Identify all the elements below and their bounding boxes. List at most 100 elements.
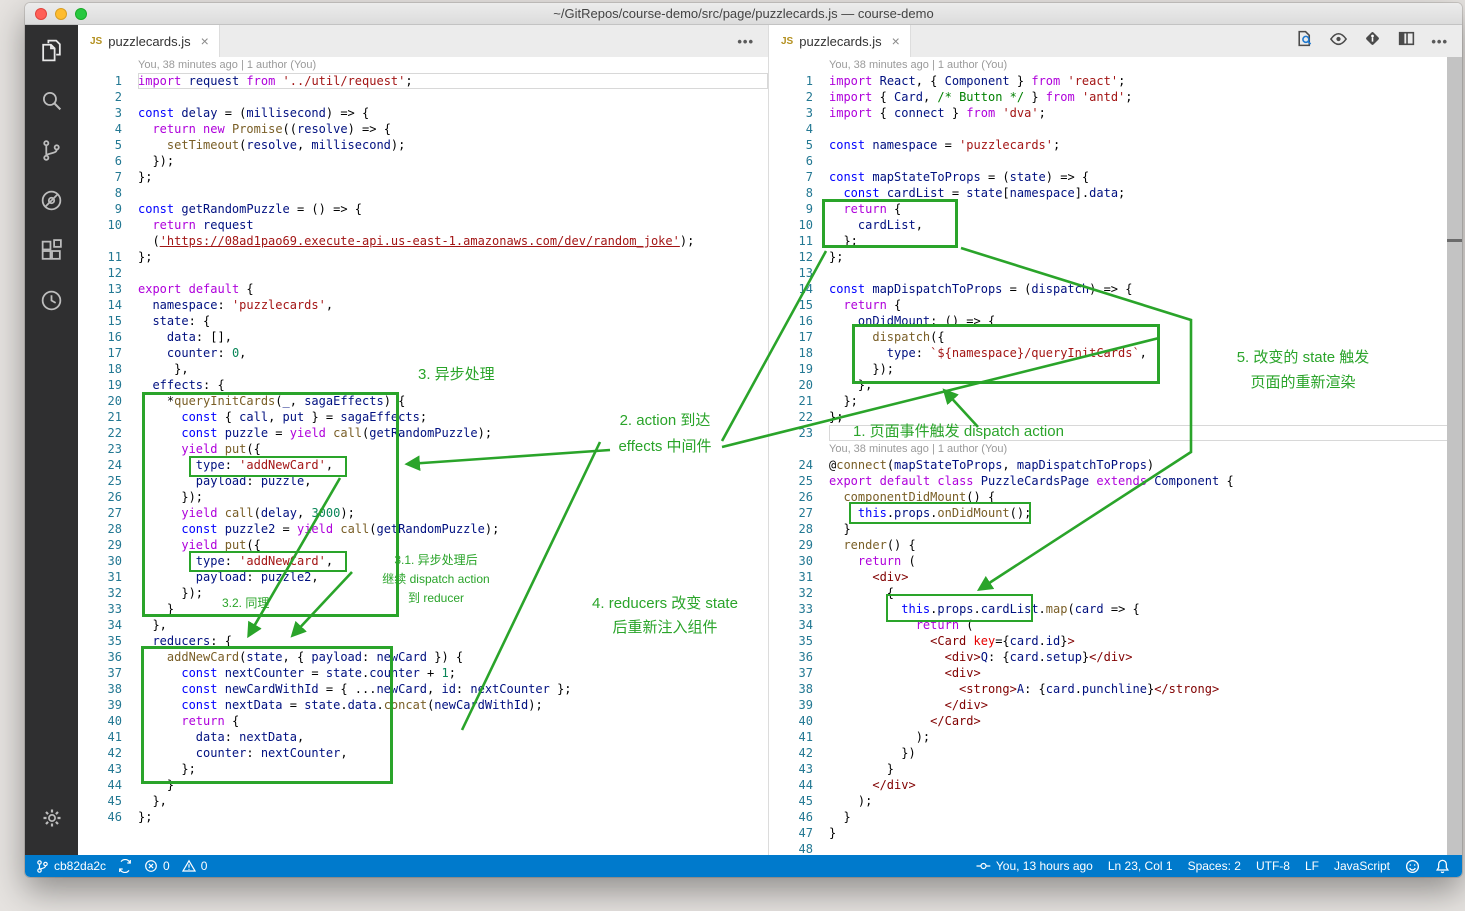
code-line[interactable]: 20 *queryInitCards(_, sagaEffects) { bbox=[78, 393, 768, 409]
code-line[interactable]: 27 this.props.onDidMount(); bbox=[769, 505, 1462, 521]
settings-gear-icon[interactable] bbox=[25, 793, 78, 843]
code-line[interactable]: 4 return new Promise((resolve) => { bbox=[78, 121, 768, 137]
code-line[interactable]: 36 <div>Q: {card.setup}</div> bbox=[769, 649, 1462, 665]
code-line[interactable]: 18 }, bbox=[78, 361, 768, 377]
codelens[interactable]: You, 38 minutes ago | 1 author (You) bbox=[78, 57, 768, 73]
source-control-icon[interactable] bbox=[25, 125, 78, 175]
debug-icon[interactable] bbox=[25, 175, 78, 225]
more-actions-icon[interactable]: ••• bbox=[737, 34, 754, 49]
code-line[interactable]: 25 export default class PuzzleCardsPage e… bbox=[769, 473, 1462, 489]
errors-status[interactable]: 0 bbox=[144, 859, 170, 873]
close-tab-icon[interactable]: × bbox=[892, 33, 900, 49]
code-line[interactable]: 3 import { connect } from 'dva'; bbox=[769, 105, 1462, 121]
split-editor-icon[interactable] bbox=[1397, 29, 1416, 53]
code-line[interactable]: 40 return { bbox=[78, 713, 768, 729]
code-line[interactable]: 17 dispatch({ bbox=[769, 329, 1462, 345]
code-line[interactable]: 6 bbox=[769, 153, 1462, 169]
code-line[interactable]: 34 }, bbox=[78, 617, 768, 633]
code-line[interactable]: 5 setTimeout(resolve, millisecond); bbox=[78, 137, 768, 153]
code-line[interactable]: 46 } bbox=[769, 809, 1462, 825]
code-line-wrap[interactable]: ('https://08ad1pao69.execute-api.us-east… bbox=[78, 233, 768, 249]
code-line[interactable]: 30 return ( bbox=[769, 553, 1462, 569]
code-line[interactable]: 15 state: { bbox=[78, 313, 768, 329]
code-line[interactable]: 19 effects: { bbox=[78, 377, 768, 393]
minimize-window-button[interactable] bbox=[55, 8, 67, 20]
blame-status[interactable]: You, 13 hours ago bbox=[976, 859, 1093, 873]
code-line[interactable]: 43 }; bbox=[78, 761, 768, 777]
cursor-position[interactable]: Ln 23, Col 1 bbox=[1108, 859, 1173, 873]
code-line[interactable]: 27 yield call(delay, 3000); bbox=[78, 505, 768, 521]
code-line[interactable]: 22}; bbox=[769, 409, 1462, 425]
code-line[interactable]: 30 type: 'addNewCard', bbox=[78, 553, 768, 569]
code-line[interactable]: 31 payload: puzzle2, bbox=[78, 569, 768, 585]
code-line[interactable]: 35 reducers: { bbox=[78, 633, 768, 649]
code-line[interactable]: 44 </div> bbox=[769, 777, 1462, 793]
warnings-status[interactable]: 0 bbox=[181, 859, 207, 873]
code-line[interactable]: 35 <Card key={card.id}> bbox=[769, 633, 1462, 649]
code-line[interactable]: 28 const puzzle2 = yield call(getRandomP… bbox=[78, 521, 768, 537]
code-line[interactable]: 39 </div> bbox=[769, 697, 1462, 713]
code-line[interactable]: 33 this.props.cardList.map(card => { bbox=[769, 601, 1462, 617]
code-line[interactable]: 38 const newCardWithId = { ...newCard, i… bbox=[78, 681, 768, 697]
code-line[interactable]: 16 onDidMount: () => { bbox=[769, 313, 1462, 329]
code-line[interactable]: 11}; bbox=[78, 249, 768, 265]
code-line[interactable]: 1 import React, { Component } from 'react… bbox=[769, 73, 1462, 89]
code-line[interactable]: 17 counter: 0, bbox=[78, 345, 768, 361]
code-line[interactable]: 8 const cardList = state[namespace].data… bbox=[769, 185, 1462, 201]
code-line[interactable]: 11 }; bbox=[769, 233, 1462, 249]
sync-icon[interactable] bbox=[118, 859, 132, 873]
scrollbar[interactable] bbox=[1447, 57, 1462, 855]
code-line[interactable]: 31 <div> bbox=[769, 569, 1462, 585]
gitlens-icon[interactable] bbox=[25, 275, 78, 325]
code-line[interactable]: 37 const nextCounter = state.counter + 1… bbox=[78, 665, 768, 681]
code-line[interactable]: 15 return { bbox=[769, 297, 1462, 313]
code-line[interactable]: 10 return request bbox=[78, 217, 768, 233]
code-line[interactable]: 20 }, bbox=[769, 377, 1462, 393]
code-line[interactable]: 7}; bbox=[78, 169, 768, 185]
open-changes-icon[interactable] bbox=[1295, 29, 1314, 53]
code-line[interactable]: 34 return ( bbox=[769, 617, 1462, 633]
code-line[interactable]: 43 } bbox=[769, 761, 1462, 777]
search-icon[interactable] bbox=[25, 75, 78, 125]
code-line[interactable]: 45 ); bbox=[769, 793, 1462, 809]
code-line[interactable]: 8 bbox=[78, 185, 768, 201]
code-line[interactable]: 37 <div> bbox=[769, 665, 1462, 681]
zoom-window-button[interactable] bbox=[75, 8, 87, 20]
code-line[interactable]: 39 const nextData = state.data.concat(ne… bbox=[78, 697, 768, 713]
code-line[interactable]: 41 ); bbox=[769, 729, 1462, 745]
code-line[interactable]: 47} bbox=[769, 825, 1462, 841]
code-line[interactable]: 21 }; bbox=[769, 393, 1462, 409]
code-line[interactable]: 7 const mapStateToProps = (state) => { bbox=[769, 169, 1462, 185]
code-line[interactable]: 19 }); bbox=[769, 361, 1462, 377]
code-line[interactable]: 23 bbox=[769, 425, 1462, 441]
code-line[interactable]: 13 bbox=[769, 265, 1462, 281]
code-line[interactable]: 36 addNewCard(state, { payload: newCard … bbox=[78, 649, 768, 665]
code-line[interactable]: 9 const getRandomPuzzle = () => { bbox=[78, 201, 768, 217]
code-line[interactable]: 48 bbox=[769, 841, 1462, 855]
code-line[interactable]: 26 componentDidMount() { bbox=[769, 489, 1462, 505]
code-line[interactable]: 1 import request from '../util/request'; bbox=[78, 73, 768, 89]
code-line[interactable]: 21 const { call, put } = sagaEffects; bbox=[78, 409, 768, 425]
code-line[interactable]: 25 payload: puzzle, bbox=[78, 473, 768, 489]
code-line[interactable]: 46}; bbox=[78, 809, 768, 825]
code-line[interactable]: 2 import { Card, /* Button */ } from 'ant… bbox=[769, 89, 1462, 105]
code-line[interactable]: 24 type: 'addNewCard', bbox=[78, 457, 768, 473]
more-actions-icon[interactable]: ••• bbox=[1431, 34, 1448, 49]
explorer-icon[interactable] bbox=[25, 25, 78, 75]
code-line[interactable]: 6 }); bbox=[78, 153, 768, 169]
code-line[interactable]: 18 type: `${namespace}/queryInitCards`, bbox=[769, 345, 1462, 361]
feedback-smiley-icon[interactable] bbox=[1405, 859, 1420, 874]
indentation-status[interactable]: Spaces: 2 bbox=[1188, 859, 1241, 873]
encoding-status[interactable]: UTF-8 bbox=[1256, 859, 1290, 873]
code-line[interactable]: 41 data: nextData, bbox=[78, 729, 768, 745]
code-line[interactable]: 28 } bbox=[769, 521, 1462, 537]
code-line[interactable]: 22 const puzzle = yield call(getRandomPu… bbox=[78, 425, 768, 441]
extensions-icon[interactable] bbox=[25, 225, 78, 275]
language-mode-status[interactable]: JavaScript bbox=[1334, 859, 1390, 873]
eol-status[interactable]: LF bbox=[1305, 859, 1319, 873]
code-line[interactable]: 44 } bbox=[78, 777, 768, 793]
code-line[interactable]: 24 @connect(mapStateToProps, mapDispatchT… bbox=[769, 457, 1462, 473]
code-line[interactable]: 32 }); bbox=[78, 585, 768, 601]
code-line[interactable]: 29 yield put({ bbox=[78, 537, 768, 553]
code-line[interactable]: 26 }); bbox=[78, 489, 768, 505]
